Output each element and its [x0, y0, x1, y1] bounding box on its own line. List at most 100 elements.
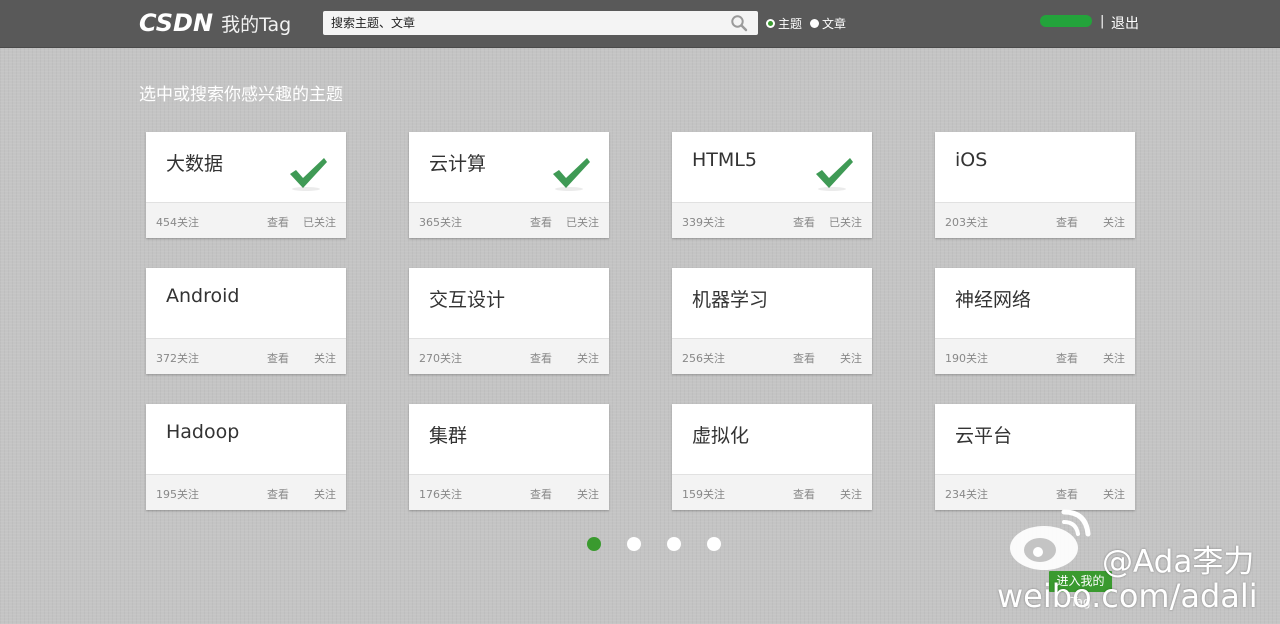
page-subtitle: 我的Tag	[221, 13, 292, 36]
follow-link[interactable]: 关注	[577, 486, 599, 502]
logout-link[interactable]: 退出	[1111, 13, 1139, 33]
follower-count: 256关注	[682, 352, 725, 365]
radio-topic[interactable]: 主题	[766, 15, 802, 32]
search-type-radio-group: 主题 文章	[766, 15, 854, 32]
watermark-handle: @Ada李力	[1102, 544, 1255, 580]
radio-article-dot[interactable]	[810, 19, 820, 28]
page-dot-2[interactable]	[627, 537, 641, 551]
follow-link[interactable]: 关注	[314, 486, 336, 502]
topic-title: iOS	[955, 149, 988, 171]
topic-title: 虚拟化	[692, 425, 750, 447]
view-link[interactable]: 查看	[1056, 350, 1078, 366]
check-icon	[816, 158, 853, 191]
follow-link[interactable]: 关注	[577, 350, 599, 366]
topic-card[interactable]: 集群 176关注 查看 关注	[409, 404, 609, 510]
topic-card[interactable]: 大数据 454关注 查看 已关注	[146, 132, 346, 238]
follower-count: 365关注	[419, 216, 462, 229]
page-dot-4[interactable]	[707, 537, 721, 551]
topic-card-footer: 256关注 查看 关注	[672, 338, 872, 374]
follow-link[interactable]: 关注	[840, 486, 862, 502]
view-link[interactable]: 查看	[793, 214, 815, 230]
header-separator: |	[1100, 14, 1105, 29]
pagination	[587, 537, 747, 551]
topic-card-footer: 339关注 查看 已关注	[672, 202, 872, 238]
topic-card[interactable]: iOS 203关注 查看 关注	[935, 132, 1135, 238]
weibo-logo-icon	[1010, 509, 1091, 570]
topic-card-footer: 159关注 查看 关注	[672, 474, 872, 510]
topic-card-footer: 365关注 查看 已关注	[409, 202, 609, 238]
unfollow-link[interactable]: 已关注	[829, 214, 862, 230]
logo-text: CSDN	[139, 9, 214, 37]
topic-title: 集群	[429, 425, 468, 447]
section-title: 选中或搜索你感兴趣的主题	[139, 85, 343, 105]
topic-card-footer: 234关注 查看 关注	[935, 474, 1135, 510]
follower-count: 203关注	[945, 216, 988, 229]
logo[interactable]: CSDN 我的Tag	[139, 7, 291, 39]
search-box	[323, 11, 758, 35]
username-redacted[interactable]	[1040, 15, 1092, 27]
follow-link[interactable]: 关注	[1103, 486, 1125, 502]
follower-count: 454关注	[156, 216, 199, 229]
topic-title: HTML5	[692, 149, 757, 171]
follower-count: 270关注	[419, 352, 462, 365]
radio-topic-dot[interactable]	[766, 19, 775, 28]
view-link[interactable]: 查看	[267, 486, 289, 502]
check-icon	[553, 158, 590, 191]
follower-count: 176关注	[419, 488, 462, 501]
view-link[interactable]: 查看	[1056, 486, 1078, 502]
topic-card-footer: 372关注 查看 关注	[146, 338, 346, 374]
topic-title: Hadoop	[166, 421, 240, 443]
topic-card[interactable]: 交互设计 270关注 查看 关注	[409, 268, 609, 374]
topic-title: 交互设计	[429, 289, 506, 311]
topic-card[interactable]: 虚拟化 159关注 查看 关注	[672, 404, 872, 510]
topic-title: 神经网络	[955, 289, 1032, 311]
view-link[interactable]: 查看	[530, 214, 552, 230]
topic-title: 大数据	[166, 153, 224, 175]
view-link[interactable]: 查看	[530, 350, 552, 366]
follow-link[interactable]: 关注	[314, 350, 336, 366]
radio-article-label: 文章	[822, 17, 847, 31]
topic-card[interactable]: 云平台 234关注 查看 关注	[935, 404, 1135, 510]
page-dot-3[interactable]	[667, 537, 681, 551]
follower-count: 372关注	[156, 352, 199, 365]
view-link[interactable]: 查看	[267, 350, 289, 366]
topic-card-footer: 190关注 查看 关注	[935, 338, 1135, 374]
view-link[interactable]: 查看	[530, 486, 552, 502]
topic-card[interactable]: 神经网络 190关注 查看 关注	[935, 268, 1135, 374]
follower-count: 159关注	[682, 488, 725, 501]
follower-count: 195关注	[156, 488, 199, 501]
follow-link[interactable]: 关注	[1103, 214, 1125, 230]
topic-card-footer: 176关注 查看 关注	[409, 474, 609, 510]
page-dot-1[interactable]	[587, 537, 601, 551]
top-bar: CSDN 我的Tag 主题 文章 | 退出	[0, 0, 1280, 48]
topic-card-footer: 203关注 查看 关注	[935, 202, 1135, 238]
topic-title: 云平台	[955, 425, 1013, 447]
topic-card-footer: 454关注 查看 已关注	[146, 202, 346, 238]
follow-link[interactable]: 关注	[840, 350, 862, 366]
topic-title: 云计算	[429, 153, 487, 175]
topic-card[interactable]: HTML5 339关注 查看 已关注	[672, 132, 872, 238]
watermark-url: weibo.com/adali	[997, 577, 1258, 615]
view-link[interactable]: 查看	[1056, 214, 1078, 230]
check-icon	[290, 158, 327, 191]
topic-card-footer: 270关注 查看 关注	[409, 338, 609, 374]
topic-card[interactable]: 机器学习 256关注 查看 关注	[672, 268, 872, 374]
topic-card[interactable]: 云计算 365关注 查看 已关注	[409, 132, 609, 238]
search-icon[interactable]	[730, 14, 748, 32]
topic-card[interactable]: Hadoop 195关注 查看 关注	[146, 404, 346, 510]
view-link[interactable]: 查看	[793, 486, 815, 502]
view-link[interactable]: 查看	[793, 350, 815, 366]
follow-link[interactable]: 关注	[1103, 350, 1125, 366]
radio-topic-label: 主题	[778, 17, 803, 31]
topic-title: 机器学习	[692, 289, 769, 311]
topic-card[interactable]: Android 372关注 查看 关注	[146, 268, 346, 374]
follower-count: 190关注	[945, 352, 988, 365]
radio-article[interactable]: 文章	[810, 15, 846, 32]
follower-count: 339关注	[682, 216, 725, 229]
follower-count: 234关注	[945, 488, 988, 501]
search-input[interactable]	[331, 12, 726, 34]
view-link[interactable]: 查看	[267, 214, 289, 230]
topic-card-footer: 195关注 查看 关注	[146, 474, 346, 510]
unfollow-link[interactable]: 已关注	[303, 214, 336, 230]
unfollow-link[interactable]: 已关注	[566, 214, 599, 230]
